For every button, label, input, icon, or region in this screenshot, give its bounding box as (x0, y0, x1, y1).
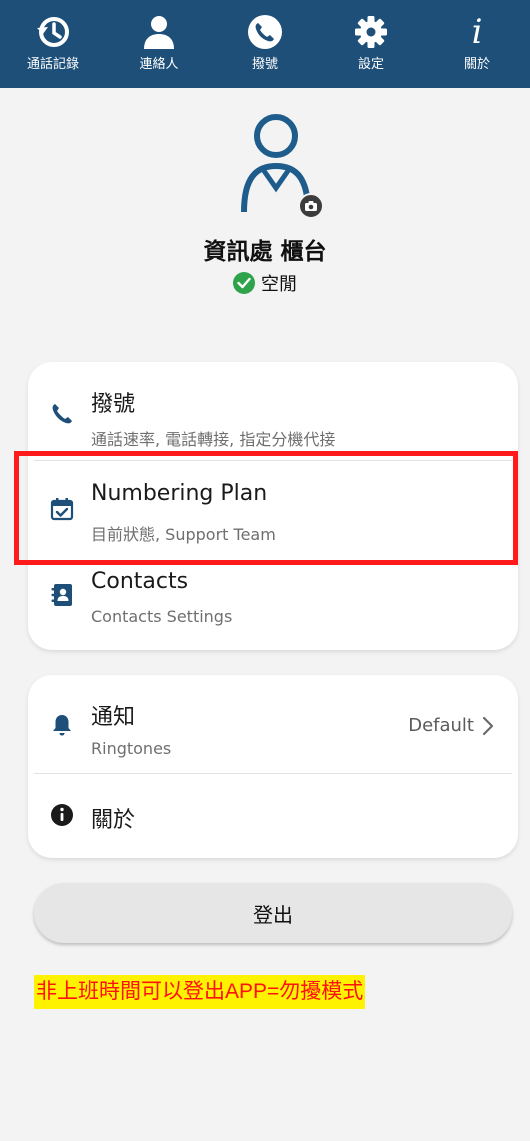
settings-item-about[interactable]: 關於 (28, 774, 518, 858)
person-icon (144, 16, 174, 49)
nav-label-contacts: 連絡人 (139, 57, 179, 72)
settings-item-title: 關於 (91, 808, 136, 833)
settings-item-title: 通知 (91, 705, 136, 730)
phone-icon (248, 15, 282, 49)
contact-book-icon (51, 584, 72, 606)
presence-status-label: 空閒 (261, 274, 297, 295)
settings-item-dial[interactable]: 撥號 通話速率, 電話轉接, 指定分機代接 (28, 362, 518, 460)
settings-card-primary: 撥號 通話速率, 電話轉接, 指定分機代接 Numbering Plan 目前狀… (28, 362, 518, 650)
chevron-right-icon (482, 716, 494, 735)
notification-value: Default (408, 715, 494, 736)
presence-status[interactable]: 空閒 (0, 270, 530, 296)
settings-item-title: Numbering Plan (91, 481, 268, 506)
nav-label-settings: 設定 (357, 57, 384, 72)
settings-item-title: Contacts (91, 569, 189, 594)
nav-label-call-history: 通話記錄 (26, 57, 79, 72)
settings-item-subtitle: Ringtones (91, 739, 172, 758)
logout-button[interactable]: 登出 (34, 883, 512, 943)
nav-tab-about[interactable]: i 關於 (424, 0, 530, 88)
history-icon (37, 17, 69, 47)
nav-tab-contacts[interactable]: 連絡人 (106, 0, 212, 88)
settings-item-subtitle: Contacts Settings (91, 607, 233, 626)
annotation-note: 非上班時間可以登出APP=勿擾模式 (34, 975, 366, 1009)
gear-icon (355, 16, 387, 48)
settings-card-secondary: 通知 Ringtones Default 關於 (28, 675, 518, 858)
nav-tab-settings[interactable]: 設定 (318, 0, 424, 88)
settings-item-subtitle: 通話速率, 電話轉接, 指定分機代接 (91, 430, 336, 449)
nav-tab-call-history[interactable]: 通話記錄 (0, 0, 106, 88)
top-navigation-bar: 通話記錄 連絡人 撥號 設定 i 關於 (0, 0, 530, 88)
nav-label-about: 關於 (463, 57, 490, 72)
phone-icon (52, 404, 72, 424)
settings-item-numbering-plan[interactable]: Numbering Plan 目前狀態, Support Team (28, 461, 518, 555)
calendar-check-icon (50, 498, 74, 521)
notification-value-label: Default (408, 715, 474, 736)
settings-item-subtitle: 目前狀態, Support Team (91, 525, 276, 544)
settings-item-title: 撥號 (91, 392, 136, 417)
check-circle-icon (233, 272, 255, 294)
camera-icon[interactable] (298, 193, 324, 219)
info-italic-icon: i (471, 12, 483, 52)
info-icon (51, 804, 73, 826)
nav-tab-dial[interactable]: 撥號 (212, 0, 318, 88)
settings-item-notifications[interactable]: 通知 Ringtones Default (28, 675, 518, 773)
settings-item-contacts[interactable]: Contacts Contacts Settings (28, 555, 518, 650)
profile-name: 資訊處 櫃台 (203, 239, 327, 265)
nav-label-dial: 撥號 (251, 57, 278, 72)
bell-icon (53, 715, 71, 736)
